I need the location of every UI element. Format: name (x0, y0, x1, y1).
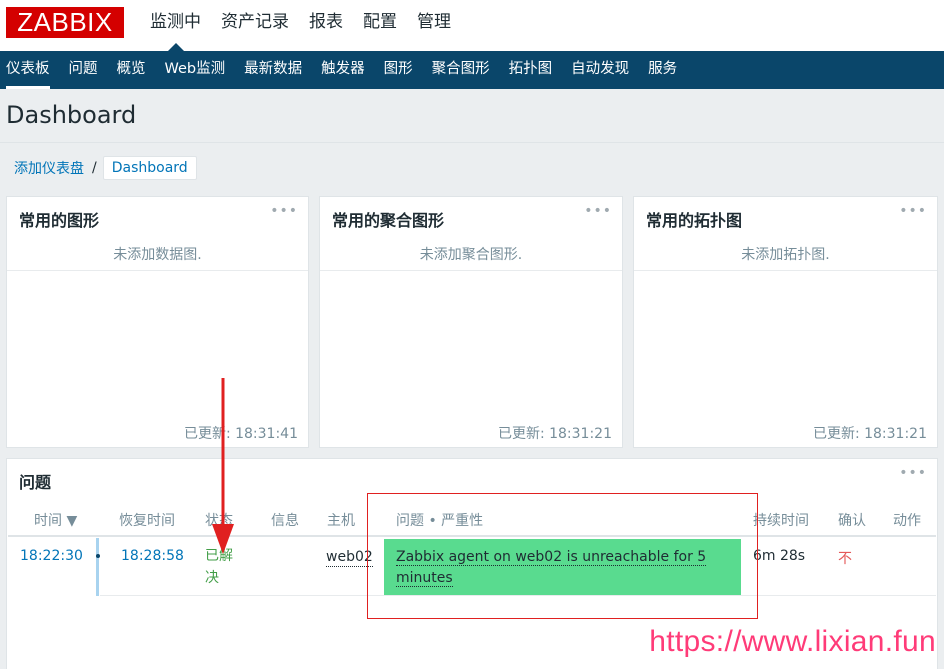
submenu-discovery[interactable]: 自动发现 (561, 51, 638, 89)
menu-configuration[interactable]: 配置 (353, 0, 407, 51)
column-time[interactable]: 时间 ▼ (34, 510, 77, 530)
widget-empty-message: 未添加聚合图形. (320, 239, 622, 271)
widget-header: 常用的拓扑图 ••• (634, 197, 937, 237)
menu-reports[interactable]: 报表 (299, 0, 353, 51)
submenu-problems[interactable]: 问题 (59, 51, 107, 89)
widget-empty-message: 未添加数据图. (7, 239, 308, 271)
column-info: 信息 (271, 513, 299, 529)
widget-title: 常用的拓扑图 (646, 211, 743, 230)
widget-title: 常用的聚合图形 (332, 211, 445, 230)
submenu-triggers[interactable]: 触发器 (311, 51, 374, 89)
problem-time-link[interactable]: 18:22:30 (20, 548, 83, 564)
annotation-arrow-icon (212, 378, 234, 554)
widget-menu-icon[interactable]: ••• (899, 203, 927, 219)
column-duration: 持续时间 (753, 513, 809, 529)
divider (0, 142, 944, 143)
submenu-dashboard[interactable]: 仪表板 (0, 51, 59, 89)
widget-menu-icon[interactable]: ••• (899, 465, 927, 481)
widget-favorite-graphs: 常用的图形 ••• 未添加数据图. 已更新: 18:31:41 (6, 196, 309, 448)
submenu-overview[interactable]: 概览 (107, 51, 155, 89)
widget-title: 常用的图形 (19, 211, 100, 230)
problem-ack-link[interactable]: 不 (838, 548, 852, 568)
page-title: Dashboard (6, 101, 137, 129)
submenu-web[interactable]: Web监测 (155, 51, 235, 89)
watermark: https://www.lixian.fun (649, 625, 936, 658)
widget-menu-icon[interactable]: ••• (584, 203, 612, 219)
widget-favorite-maps: 常用的拓扑图 ••• 未添加拓扑图. 已更新: 18:31:21 (633, 196, 938, 448)
widget-favorite-screens: 常用的聚合图形 ••• 未添加聚合图形. 已更新: 18:31:21 (319, 196, 623, 448)
widget-menu-icon[interactable]: ••• (270, 203, 298, 219)
breadcrumb-current[interactable]: Dashboard (102, 156, 197, 180)
sub-menu: 仪表板 问题 概览 Web监测 最新数据 触发器 图形 聚合图形 拓扑图 自动发… (0, 51, 944, 89)
annotation-highlight-box (367, 493, 758, 619)
widget-title: 问题 (19, 473, 52, 492)
problem-duration: 6m 28s (753, 548, 806, 564)
breadcrumb: 添加仪表盘 / Dashboard (14, 155, 197, 181)
submenu-screens[interactable]: 聚合图形 (422, 51, 499, 89)
breadcrumb-dashboards-link[interactable]: 添加仪表盘 (14, 158, 84, 178)
problem-recovery-time-link[interactable]: 18:28:58 (121, 548, 184, 564)
widget-updated-time: 已更新: 18:31:21 (812, 426, 927, 442)
timeline-dot-icon (96, 554, 100, 558)
widget-empty-message: 未添加拓扑图. (634, 239, 937, 271)
submenu-services[interactable]: 服务 (638, 51, 686, 89)
problem-host-link[interactable]: web02 (326, 548, 373, 567)
widget-header: 常用的图形 ••• (7, 197, 308, 237)
menu-inventory[interactable]: 资产记录 (211, 0, 299, 51)
column-ack: 确认 (838, 513, 866, 529)
column-recovery-time: 恢复时间 (119, 513, 175, 529)
submenu-latest-data[interactable]: 最新数据 (234, 51, 311, 89)
submenu-graphs[interactable]: 图形 (374, 51, 422, 89)
widget-header: 常用的聚合图形 ••• (320, 197, 622, 237)
timeline-bar (96, 538, 99, 596)
breadcrumb-separator: / (92, 160, 97, 176)
widget-updated-time: 已更新: 18:31:21 (497, 426, 612, 442)
menu-monitoring[interactable]: 监测中 (140, 0, 211, 51)
column-host[interactable]: 主机 (327, 510, 355, 530)
top-header: ZABBIX 监测中 资产记录 报表 配置 管理 (0, 0, 944, 51)
submenu-maps[interactable]: 拓扑图 (499, 51, 562, 89)
menu-administration[interactable]: 管理 (407, 0, 461, 51)
main-menu: 监测中 资产记录 报表 配置 管理 (140, 0, 461, 51)
zabbix-logo[interactable]: ZABBIX (6, 7, 124, 38)
column-actions: 动作 (893, 513, 921, 529)
